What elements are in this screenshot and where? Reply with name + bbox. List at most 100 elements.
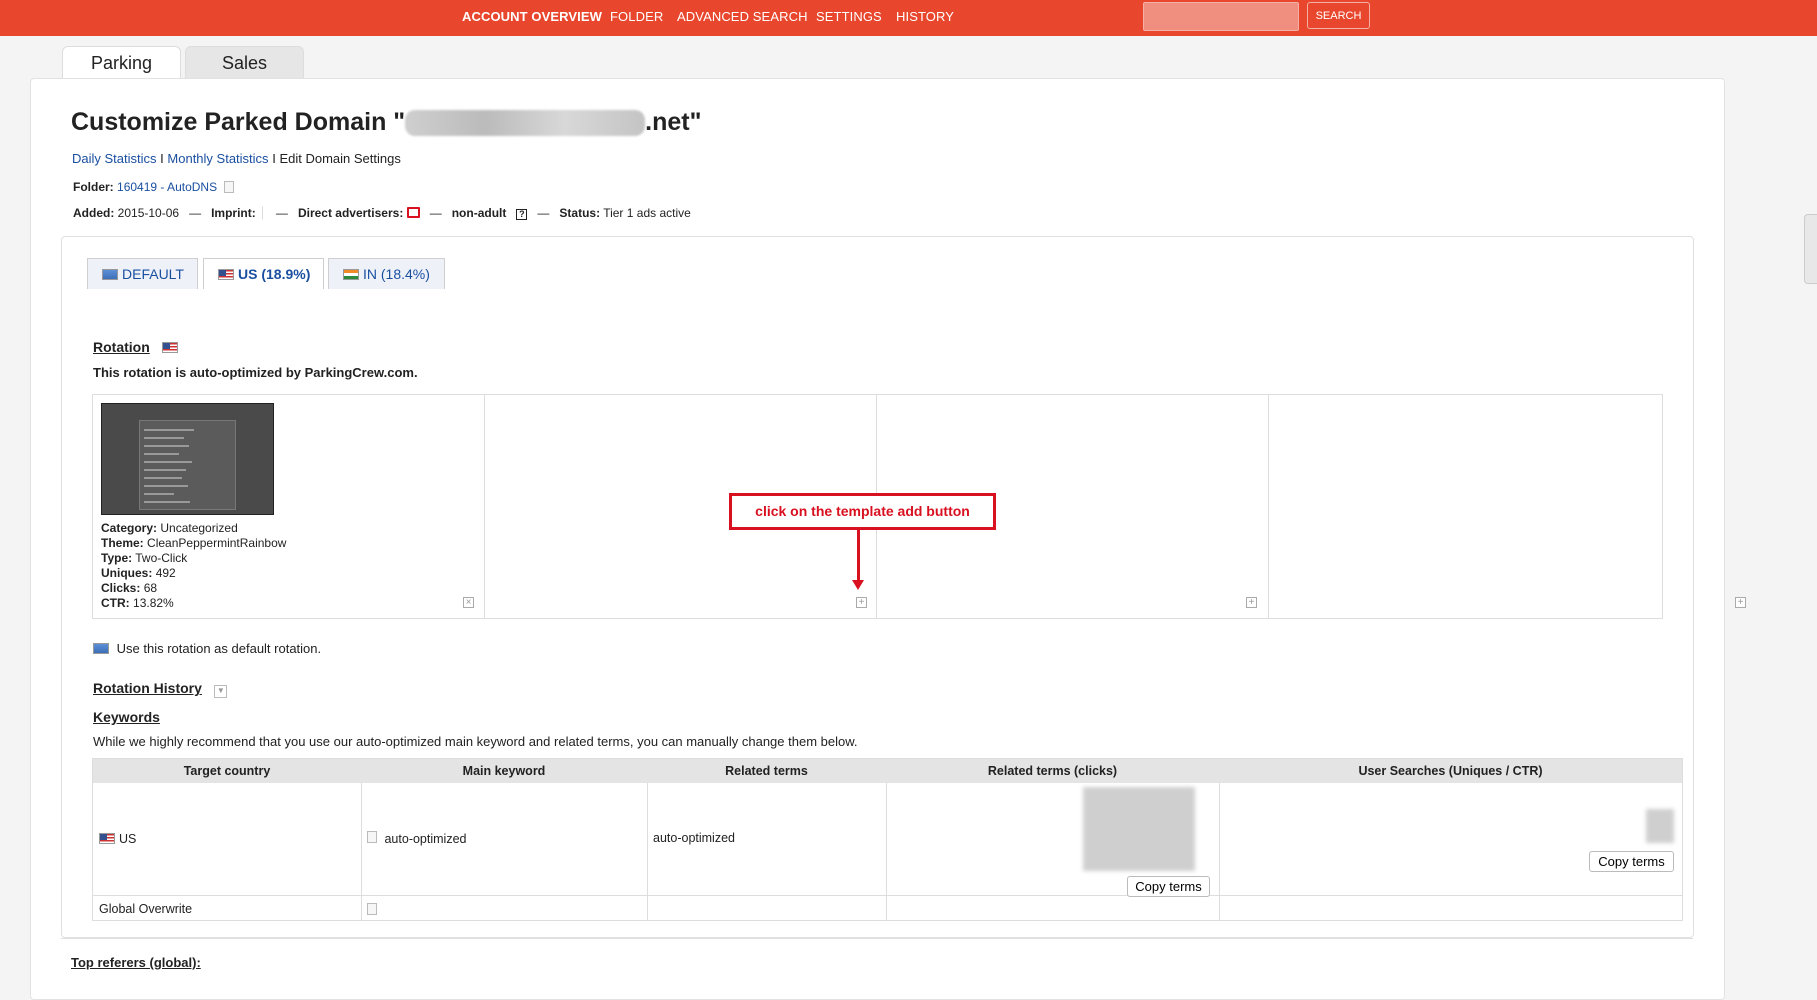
separator: I <box>160 151 164 166</box>
us-flag-icon <box>162 342 179 353</box>
rotation-note: This rotation is auto-optimized by Parki… <box>93 365 418 380</box>
direct-advertisers-icon[interactable] <box>406 207 420 218</box>
folder-link[interactable]: 160419 - AutoDNS <box>117 180 217 194</box>
title-suffix: .net" <box>645 108 702 136</box>
direct-advertisers-label: Direct advertisers: <box>297 206 404 220</box>
tab-default-label: DEFAULT <box>122 266 184 282</box>
default-rotation-text[interactable]: Use this rotation as default rotation. <box>117 641 322 656</box>
search-input[interactable] <box>1143 2 1299 31</box>
copy-terms-button[interactable]: Copy terms <box>1127 876 1210 897</box>
col-divider <box>1219 783 1220 920</box>
imprint-label: Imprint: <box>211 206 256 220</box>
daily-statistics-link[interactable]: Daily Statistics <box>72 151 157 166</box>
thumb-line <box>144 477 182 479</box>
add-template-icon[interactable]: + <box>1246 597 1257 608</box>
table-row: Global Overwrite <box>99 902 193 916</box>
add-template-icon[interactable]: + <box>856 597 867 608</box>
nav-history[interactable]: HISTORY <box>896 9 954 24</box>
meta-type: Type: Two-Click <box>101 551 188 565</box>
main-nav: ACCOUNT OVERVIEW FOLDER ADVANCED SEARCH … <box>0 0 1100 36</box>
template-slot-1: Category: Uncategorized Theme: CleanPepp… <box>93 395 485 618</box>
tab-in[interactable]: IN (18.4%) <box>328 258 445 289</box>
template-slot-4: + <box>1269 395 1746 618</box>
related-terms-value: auto-optimized <box>653 831 735 845</box>
rotation-heading-text[interactable]: Rotation <box>93 339 150 355</box>
template-thumbnail[interactable] <box>101 403 274 515</box>
status-value: Tier 1 ads active <box>603 206 691 220</box>
nav-account-overview[interactable]: ACCOUNT OVERVIEW <box>462 9 602 24</box>
folder-row: Folder: 160419 - AutoDNS <box>73 180 235 194</box>
thumb-line <box>144 453 179 455</box>
in-flag-icon <box>343 269 359 280</box>
redacted-searches <box>1646 809 1674 843</box>
thumb-line <box>144 501 190 503</box>
col-user-searches: User Searches (Uniques / CTR) <box>1358 764 1543 778</box>
callout-arrow-head <box>852 580 864 590</box>
default-rotation-row: Use this rotation as default rotation. <box>93 641 321 656</box>
callout-arrow <box>857 530 860 583</box>
title-prefix: Customize Parked Domain " <box>71 108 406 136</box>
redacted-terms <box>1083 787 1195 871</box>
dash: — <box>275 206 288 220</box>
meta-clicks: Clicks: 68 <box>101 581 158 595</box>
col-main-keyword: Main keyword <box>462 764 546 778</box>
tab-parking[interactable]: Parking <box>62 46 181 79</box>
domain-links: Daily Statistics I Monthly Statistics I … <box>72 151 401 166</box>
added-label: Added: <box>73 206 115 220</box>
rotation-history-heading[interactable]: Rotation History ▼ <box>93 680 228 698</box>
edit-keyword-icon[interactable] <box>367 831 377 843</box>
copy-terms-button[interactable]: Copy terms <box>1589 851 1674 872</box>
added-value: 2015-10-06 <box>117 206 180 220</box>
us-flag-icon <box>99 833 115 844</box>
search-button[interactable]: SEARCH <box>1307 2 1370 29</box>
top-referers-heading: Top referers (global): <box>71 955 201 970</box>
add-template-icon[interactable]: + <box>1735 597 1746 608</box>
domain-meta-row: Added: 2015-10-06 — Imprint: ⏐ — Direct … <box>73 206 691 221</box>
dash: — <box>189 206 202 220</box>
thumbnail-page <box>139 420 236 510</box>
folder-label: Folder: <box>73 180 114 194</box>
chevron-down-icon[interactable]: ▼ <box>214 685 228 698</box>
thumb-line <box>144 445 189 447</box>
default-flag-icon[interactable] <box>93 643 109 654</box>
tab-default[interactable]: DEFAULT <box>87 258 198 289</box>
meta-category: Category: Uncategorized <box>101 521 238 535</box>
page-title: Customize Parked Domain " .net" <box>71 108 701 137</box>
nav-folder[interactable]: FOLDER <box>610 9 663 24</box>
help-icon[interactable]: ? <box>516 209 528 220</box>
nav-advanced-search[interactable]: ADVANCED SEARCH <box>677 9 808 24</box>
thumb-line <box>144 469 186 471</box>
keywords-heading: Keywords <box>93 709 160 725</box>
nav-settings[interactable]: SETTINGS <box>816 9 882 24</box>
main-keyword-cell: auto-optimized <box>367 831 466 846</box>
meta-uniques: Uniques: 492 <box>101 566 176 580</box>
default-flag-icon <box>102 269 118 280</box>
row-country: US <box>119 832 137 846</box>
main-keyword-value: auto-optimized <box>384 832 467 846</box>
col-related-terms: Related terms <box>725 764 808 778</box>
dash: — <box>429 206 442 220</box>
tab-sales[interactable]: Sales <box>185 46 304 79</box>
separator: I <box>272 151 276 166</box>
col-divider <box>647 783 648 920</box>
template-meta: Category: Uncategorized Theme: CleanPepp… <box>101 521 286 611</box>
rotation-history-label[interactable]: Rotation History <box>93 680 202 696</box>
tab-us[interactable]: US (18.9%) <box>203 258 324 289</box>
thumb-line <box>144 461 192 463</box>
row-divider <box>93 895 1682 896</box>
col-related-terms-clicks: Related terms (clicks) <box>987 764 1118 778</box>
top-referers-section <box>61 938 1693 939</box>
thumb-line <box>144 429 194 431</box>
side-tab[interactable] <box>1804 214 1817 284</box>
tab-us-label: US (18.9%) <box>238 266 311 282</box>
top-nav-bar: ACCOUNT OVERVIEW FOLDER ADVANCED SEARCH … <box>0 0 1817 36</box>
thumb-line <box>144 493 174 495</box>
thumb-line <box>144 485 188 487</box>
monthly-statistics-link[interactable]: Monthly Statistics <box>167 151 268 166</box>
imprint-icon[interactable]: ⏐ <box>259 206 266 220</box>
edit-keyword-icon[interactable] <box>367 903 377 915</box>
edit-folder-icon[interactable] <box>224 181 235 193</box>
remove-template-icon[interactable]: × <box>463 597 474 608</box>
tab-in-label: IN (18.4%) <box>363 266 430 282</box>
col-divider <box>886 783 887 920</box>
